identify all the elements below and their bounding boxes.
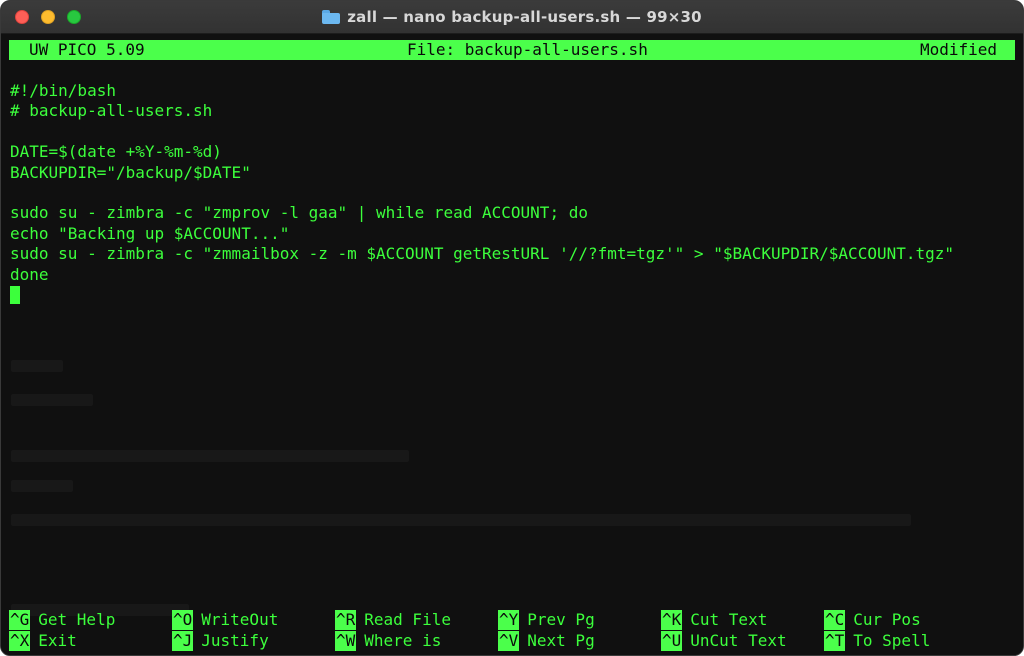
shortcut-key: ^K (661, 610, 683, 630)
background-ghost-text (1, 334, 1023, 634)
shortcut-key: ^Y (498, 610, 520, 630)
shortcut-label: Read File (364, 610, 451, 629)
cursor-line (10, 285, 1015, 305)
text-cursor (10, 286, 20, 305)
shortcut-key: ^R (335, 610, 357, 630)
shortcut-key: ^W (335, 630, 357, 651)
shortcut-row-1: ^G Get Help ^O WriteOut ^R Read File ^Y Prev… (9, 610, 1015, 631)
shortcut-next-page[interactable]: ^V Next Pg (498, 630, 595, 651)
shortcut-label: Cut Text (690, 610, 768, 629)
shortcut-read-file[interactable]: ^R Read File (335, 610, 451, 630)
shortcut-label: To Spell (853, 630, 931, 650)
shortcut-row-2: ^X Exit ^J Justify ^W Where is ^V Next Pg ^U… (9, 630, 1015, 652)
shortcut-key: ^G (9, 610, 31, 630)
code-line: echo "Backing up $ACCOUNT..." (10, 223, 290, 243)
shortcut-label: Exit (38, 630, 77, 650)
shortcut-label: UnCut Text (690, 630, 787, 650)
shortcut-key: ^V (498, 630, 520, 651)
editor-app-name: UW PICO 5.09 (29, 40, 145, 59)
shortcut-label: Next Pg (527, 630, 595, 650)
shortcut-cut-text[interactable]: ^K Cut Text (661, 610, 767, 630)
code-line: BACKUPDIR="/backup/$DATE" (10, 162, 251, 182)
shortcut-cur-pos[interactable]: ^C Cur Pos (824, 610, 921, 630)
shortcut-label: Where is (364, 630, 442, 650)
shortcut-key: ^O (172, 610, 194, 630)
shortcut-key: ^T (824, 630, 846, 651)
shortcut-bar: ^G Get Help ^O WriteOut ^R Read File ^Y Prev… (9, 610, 1015, 651)
shortcut-key: ^X (9, 630, 31, 651)
title-bar[interactable]: zall — nano backup-all-users.sh — 99×30 (1, 1, 1023, 34)
code-line: done (10, 264, 49, 284)
editor-header-bar: UW PICO 5.09 File: backup-all-users.sh M… (9, 40, 1015, 60)
editor-file-name: File: backup-all-users.sh (407, 40, 648, 59)
shortcut-justify[interactable]: ^J Justify (172, 630, 269, 651)
shortcut-writeout[interactable]: ^O WriteOut (172, 610, 278, 630)
editor-text-area[interactable]: #!/bin/bash # backup-all-users.sh DATE=$… (10, 81, 1015, 305)
code-line: # backup-all-users.sh (10, 101, 213, 121)
code-line: DATE=$(date +%Y-%m-%d) (10, 142, 222, 162)
code-line: sudo su - zimbra -c "zmmailbox -z -m $AC… (10, 244, 955, 264)
shortcut-label: Cur Pos (853, 610, 921, 629)
shortcut-label: Prev Pg (527, 610, 595, 629)
shortcut-key: ^U (661, 630, 683, 651)
code-line: #!/bin/bash (10, 81, 116, 100)
editor-modified-status: Modified (919, 40, 997, 59)
shortcut-key: ^C (824, 610, 846, 630)
terminal-window: zall — nano backup-all-users.sh — 99×30 … (0, 0, 1024, 656)
folder-icon (322, 10, 341, 24)
shortcut-where-is[interactable]: ^W Where is (335, 630, 442, 651)
shortcut-uncut-text[interactable]: ^U UnCut Text (661, 630, 787, 651)
shortcut-prev-page[interactable]: ^Y Prev Pg (498, 610, 595, 630)
terminal-content[interactable]: UW PICO 5.09 File: backup-all-users.sh M… (1, 34, 1023, 655)
window-title-group: zall — nano backup-all-users.sh — 99×30 (1, 1, 1023, 33)
code-line: sudo su - zimbra -c "zmprov -l gaa" | wh… (10, 203, 588, 223)
window-title: zall — nano backup-all-users.sh — 99×30 (347, 8, 702, 26)
shortcut-label: WriteOut (201, 610, 279, 629)
shortcut-label: Get Help (38, 610, 116, 629)
shortcut-key: ^J (172, 630, 194, 651)
shortcut-label: Justify (201, 630, 269, 650)
shortcut-to-spell[interactable]: ^T To Spell (824, 630, 931, 651)
shortcut-get-help[interactable]: ^G Get Help (9, 610, 115, 630)
shortcut-exit[interactable]: ^X Exit (9, 630, 77, 651)
